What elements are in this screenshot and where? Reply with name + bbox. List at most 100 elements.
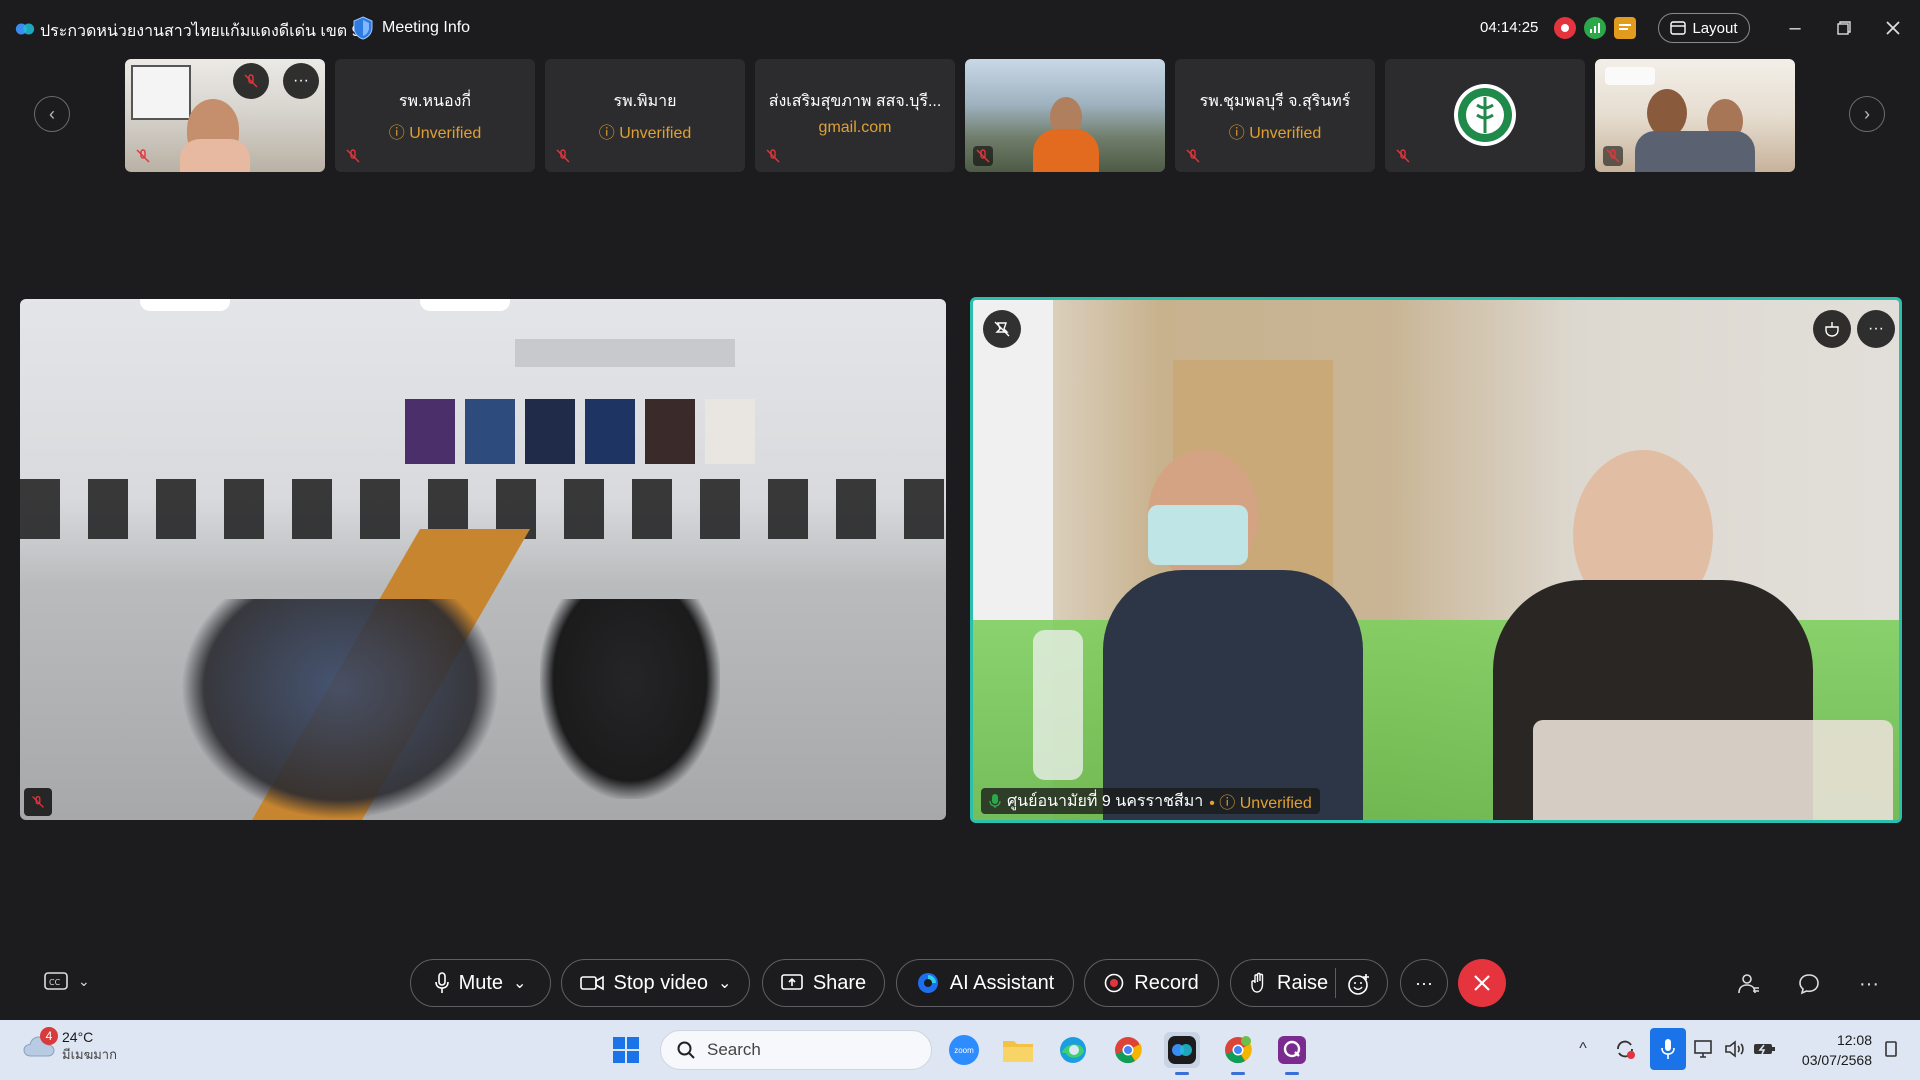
raise-label: Raise bbox=[1277, 971, 1329, 994]
leave-meeting-button[interactable] bbox=[1458, 959, 1506, 1007]
layout-icon bbox=[1670, 21, 1687, 35]
taskbar-app-edge[interactable] bbox=[1055, 1032, 1091, 1068]
more-icon: ··· bbox=[1868, 320, 1884, 337]
close-window-button[interactable] bbox=[1878, 14, 1908, 42]
participants-button[interactable] bbox=[1735, 970, 1763, 998]
webex-logo-icon bbox=[15, 23, 35, 35]
network-tray-icon[interactable] bbox=[1692, 1036, 1718, 1062]
record-icon bbox=[1104, 973, 1124, 993]
layout-button[interactable]: Layout bbox=[1658, 13, 1750, 43]
webex-meeting-window: ประกวดหน่วยงานสาวไทยแก้มแดงดีเด่น เขต 9 … bbox=[0, 0, 1920, 1020]
record-label: Record bbox=[1134, 971, 1199, 994]
chat-button[interactable] bbox=[1795, 970, 1823, 998]
participant-tile[interactable]: รพ.พิมาย ⓘ Unverified bbox=[545, 59, 745, 172]
unpin-button[interactable] bbox=[983, 310, 1021, 348]
raise-hand-icon bbox=[1251, 972, 1264, 993]
video-more-button[interactable]: ··· bbox=[1857, 310, 1895, 348]
stop-video-button[interactable]: Stop video ⌄ bbox=[561, 959, 750, 1007]
chrome-browser-icon bbox=[1225, 1036, 1252, 1064]
meeting-room-video bbox=[20, 299, 946, 820]
captions-button[interactable]: CC ⌄ bbox=[44, 972, 90, 990]
start-button[interactable] bbox=[608, 1032, 644, 1068]
edge-browser-icon bbox=[1060, 1037, 1086, 1063]
mic-muted-icon bbox=[973, 146, 993, 166]
taskbar-app-zoom[interactable]: zoom bbox=[946, 1032, 982, 1068]
connection-quality-icon[interactable] bbox=[1584, 17, 1606, 39]
microphone-in-use-indicator[interactable] bbox=[1650, 1028, 1686, 1070]
share-label: Share bbox=[812, 971, 867, 994]
main-video-left[interactable] bbox=[20, 299, 946, 820]
tile-mute-button[interactable] bbox=[233, 63, 269, 99]
chevron-right-icon: › bbox=[1864, 103, 1870, 124]
mic-muted-icon bbox=[1183, 146, 1203, 166]
microphone-icon bbox=[1661, 1039, 1675, 1059]
network-monitor-icon bbox=[1694, 1040, 1712, 1058]
participant-name: ส่งเสริมสุขภาพ สสจ.บุรี... bbox=[768, 93, 942, 110]
windows-taskbar: 24°C มีเมฆมาก 4 Search zoom ^ 12:08 03/0… bbox=[0, 1020, 1920, 1080]
participant-tile-video[interactable] bbox=[965, 59, 1165, 172]
mic-active-icon bbox=[989, 794, 1001, 808]
raise-hand-button[interactable]: Raise bbox=[1251, 972, 1328, 995]
clock-time: 12:08 bbox=[1836, 1032, 1872, 1048]
sync-tray-icon[interactable] bbox=[1612, 1036, 1638, 1062]
taskbar-app-webex[interactable] bbox=[1164, 1032, 1200, 1075]
participant-status: ⓘ Unverified bbox=[388, 125, 482, 142]
ai-assistant-icon bbox=[917, 973, 938, 993]
webex-app-icon bbox=[1168, 1036, 1196, 1064]
chevron-down-icon: ⌄ bbox=[513, 975, 527, 992]
meeting-info-button[interactable]: Meeting Info bbox=[352, 16, 470, 40]
reactions-button[interactable] bbox=[1347, 972, 1371, 1002]
filmstrip-next-button[interactable]: › bbox=[1849, 96, 1885, 132]
mute-label: Mute bbox=[458, 971, 504, 994]
windows-logo-icon bbox=[613, 1037, 639, 1063]
recording-indicator-icon[interactable] bbox=[1554, 17, 1576, 39]
tile-more-button[interactable]: ··· bbox=[283, 63, 319, 99]
participant-name: รพ.พิมาย bbox=[613, 93, 677, 110]
participant-email-domain: gmail.com bbox=[818, 119, 892, 136]
active-speaker-status: • ⓘ Unverified bbox=[1209, 795, 1312, 812]
microphone-icon bbox=[434, 972, 449, 993]
chat-notification-icon[interactable] bbox=[1614, 17, 1636, 39]
weather-temperature: 24°C bbox=[62, 1029, 94, 1045]
participant-tile[interactable]: ส่งเสริมสุขภาพ สสจ.บุรี... gmail.com bbox=[755, 59, 955, 172]
mic-muted-icon bbox=[24, 788, 52, 816]
speaker-icon bbox=[1725, 1040, 1744, 1058]
minimize-button[interactable]: – bbox=[1780, 14, 1810, 42]
mic-muted-icon bbox=[1393, 146, 1413, 166]
taskbar-app-pdf[interactable] bbox=[1274, 1032, 1310, 1075]
taskbar-search[interactable]: Search bbox=[660, 1030, 932, 1070]
more-panels-button[interactable]: ··· bbox=[1855, 970, 1883, 998]
filmstrip-prev-button[interactable]: ‹ bbox=[34, 96, 70, 132]
taskbar-app-chrome[interactable] bbox=[1110, 1032, 1146, 1068]
share-button[interactable]: Share bbox=[762, 959, 885, 1007]
participant-tile[interactable]: รพ.ชุมพลบุรี จ.สุรินทร์ ⓘ Unverified bbox=[1175, 59, 1375, 172]
participant-tile-avatar[interactable] bbox=[1385, 59, 1585, 172]
taskbar-app-file-explorer[interactable] bbox=[1000, 1032, 1036, 1068]
clock-date: 03/07/2568 bbox=[1801, 1052, 1872, 1068]
taskbar-app-chrome-profile[interactable] bbox=[1220, 1032, 1256, 1075]
speaker-video bbox=[973, 300, 1899, 820]
record-button[interactable]: Record bbox=[1084, 959, 1219, 1007]
main-video-active-speaker[interactable]: ··· ศูนย์อนามัยที่ 9 นครราชสีมา • ⓘ Unve… bbox=[970, 297, 1902, 823]
video-camera-icon bbox=[579, 975, 604, 991]
participant-tile-video[interactable]: ··· bbox=[125, 59, 325, 172]
volume-tray-icon[interactable] bbox=[1722, 1036, 1748, 1062]
chevron-down-icon: ⌄ bbox=[78, 972, 90, 989]
more-options-button[interactable]: ··· bbox=[1400, 959, 1448, 1007]
sync-icon bbox=[1617, 1040, 1635, 1059]
show-hidden-icons-button[interactable]: ^ bbox=[1570, 1036, 1596, 1062]
battery-tray-icon[interactable] bbox=[1752, 1036, 1778, 1062]
shield-icon bbox=[353, 16, 373, 40]
taskbar-clock[interactable]: 12:08 03/07/2568 bbox=[1796, 1030, 1872, 1070]
participant-name: รพ.หนองกี่ bbox=[398, 93, 472, 110]
pdf-app-icon bbox=[1278, 1036, 1306, 1064]
mute-button[interactable]: Mute ⌄ bbox=[410, 959, 551, 1007]
reaction-button[interactable] bbox=[1813, 310, 1851, 348]
participant-tile-video[interactable] bbox=[1595, 59, 1795, 172]
hand-icon bbox=[1825, 322, 1839, 337]
maximize-button[interactable] bbox=[1829, 14, 1859, 42]
ai-assistant-button[interactable]: AI Assistant bbox=[896, 959, 1074, 1007]
weather-widget[interactable]: 24°C มีเมฆมาก bbox=[22, 1028, 117, 1064]
participant-tile[interactable]: รพ.หนองกี่ ⓘ Unverified bbox=[335, 59, 535, 172]
notifications-button[interactable] bbox=[1878, 1036, 1904, 1062]
